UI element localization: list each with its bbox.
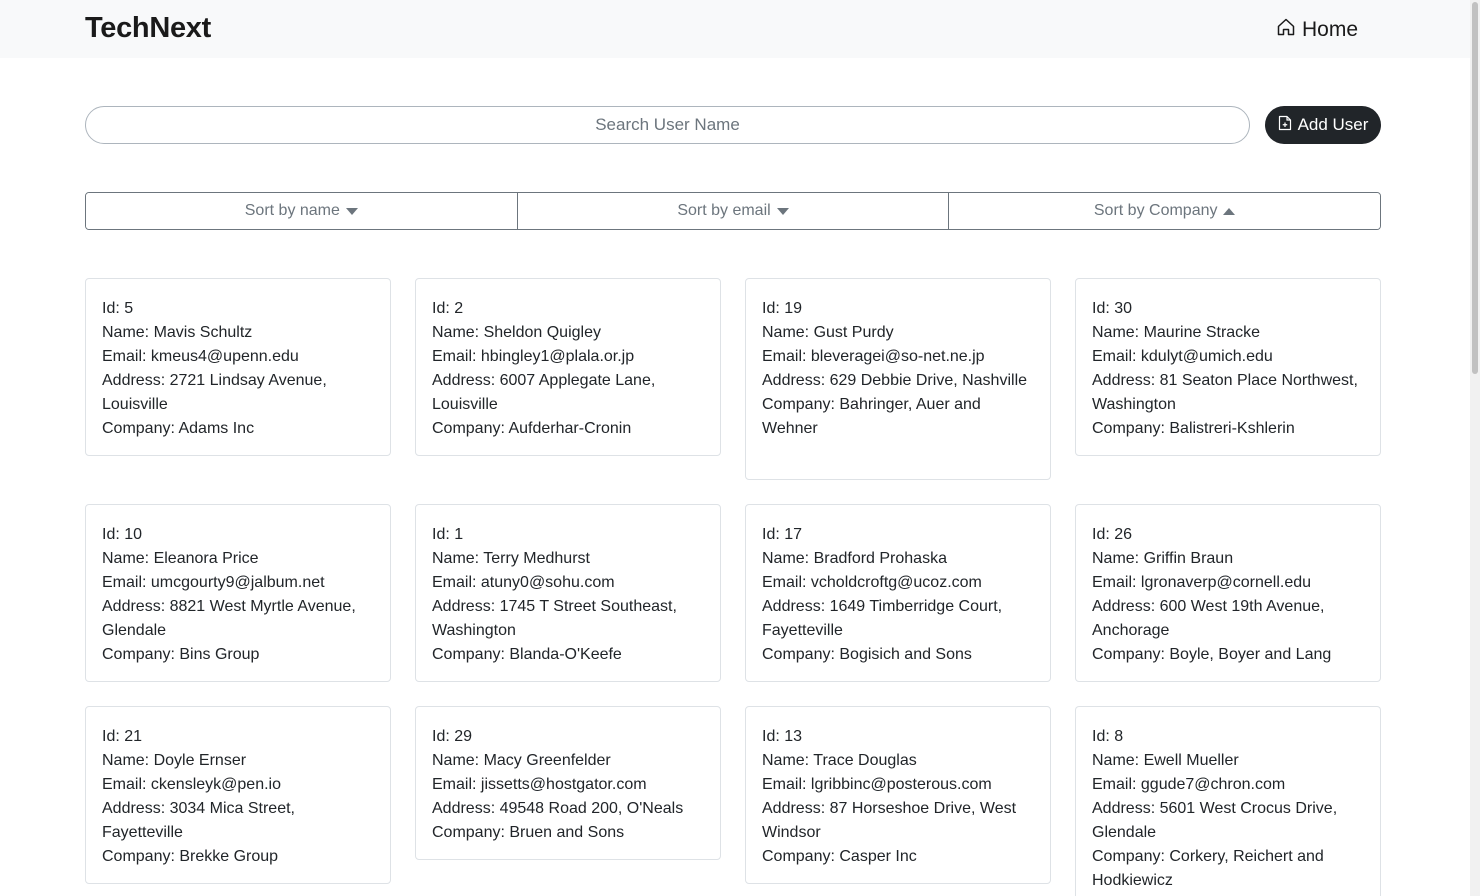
user-name: Name: Gust Purdy xyxy=(762,324,894,341)
user-company: Company: Bins Group xyxy=(102,646,260,663)
user-name: Name: Maurine Stracke xyxy=(1092,324,1261,341)
add-user-button[interactable]: Add User xyxy=(1265,106,1381,144)
user-card[interactable]: Id: 30 Name: Maurine Stracke Email: kdul… xyxy=(1075,278,1381,456)
user-address: Address: 600 West 19th Avenue, Anchorage xyxy=(1092,598,1325,639)
caret-down-icon xyxy=(776,207,789,215)
user-email: Email: lgronaverp@cornell.edu xyxy=(1092,574,1312,591)
user-id: Id: 2 xyxy=(432,300,464,317)
user-company: Company: Corkery, Reichert and Hodkiewic… xyxy=(1092,848,1324,889)
user-card[interactable]: Id: 29 Name: Macy Greenfelder Email: jis… xyxy=(415,706,721,860)
sort-by-company-button[interactable]: Sort by Company xyxy=(949,193,1380,229)
user-card[interactable]: Id: 26 Name: Griffin Braun Email: lgrona… xyxy=(1075,504,1381,682)
sort-by-name-button[interactable]: Sort by name xyxy=(86,193,518,229)
sort-by-company-label: Sort by Company xyxy=(1093,202,1218,219)
user-id: Id: 26 xyxy=(1092,526,1133,543)
user-company: Company: Aufderhar-Cronin xyxy=(432,420,632,437)
user-id: Id: 10 xyxy=(102,526,143,543)
user-name: Name: Ewell Mueller xyxy=(1092,752,1239,769)
user-company: Company: Bogisich and Sons xyxy=(762,646,972,663)
user-name: Name: Eleanora Price xyxy=(102,550,259,567)
user-id: Id: 1 xyxy=(432,526,464,543)
user-company: Company: Blanda-O'Keefe xyxy=(432,646,622,663)
user-email: Email: umcgourty9@jalbum.net xyxy=(102,574,325,591)
user-address: Address: 1649 Timberridge Court, Fayette… xyxy=(762,598,1003,639)
home-icon xyxy=(1276,17,1296,43)
user-address: Address: 49548 Road 200, O'Neals xyxy=(432,800,684,817)
user-name: Name: Bradford Prohaska xyxy=(762,550,947,567)
user-email: Email: lgribbinc@posterous.com xyxy=(762,776,992,793)
user-id: Id: 21 xyxy=(102,728,143,745)
user-address: Address: 3034 Mica Street, Fayetteville xyxy=(102,800,295,841)
user-id: Id: 19 xyxy=(762,300,803,317)
user-email: Email: jissetts@hostgator.com xyxy=(432,776,647,793)
sort-by-email-button[interactable]: Sort by email xyxy=(517,193,950,229)
user-name: Name: Sheldon Quigley xyxy=(432,324,601,341)
user-address: Address: 1745 T Street Southeast, Washin… xyxy=(432,598,677,639)
user-company: Company: Balistreri-Kshlerin xyxy=(1092,420,1295,437)
user-address: Address: 5601 West Crocus Drive, Glendal… xyxy=(1092,800,1338,841)
user-name: Name: Macy Greenfelder xyxy=(432,752,611,769)
user-company: Company: Casper Inc xyxy=(762,848,917,865)
search-input[interactable] xyxy=(85,106,1250,144)
sort-button-group: Sort by name Sort by email Sort by Compa… xyxy=(85,192,1381,230)
user-card[interactable]: Id: 1 Name: Terry Medhurst Email: atuny0… xyxy=(415,504,721,682)
user-email: Email: ggude7@chron.com xyxy=(1092,776,1286,793)
scrollbar-thumb[interactable] xyxy=(1472,2,1478,374)
navbar: TechNext Home xyxy=(0,0,1470,58)
home-link-label: Home xyxy=(1302,18,1359,41)
user-address: Address: 87 Horseshoe Drive, West Windso… xyxy=(762,800,1017,841)
user-email: Email: kdulyt@umich.edu xyxy=(1092,348,1273,365)
user-address: Address: 629 Debbie Drive, Nashville xyxy=(762,372,1028,389)
user-id: Id: 29 xyxy=(432,728,473,745)
caret-down-icon xyxy=(345,207,358,215)
user-email: Email: hbingley1@plala.or.jp xyxy=(432,348,635,365)
add-user-label: Add User xyxy=(1297,115,1369,134)
user-email: Email: atuny0@sohu.com xyxy=(432,574,615,591)
sort-by-name-label: Sort by name xyxy=(244,202,340,219)
user-company: Company: Bruen and Sons xyxy=(432,824,625,841)
caret-up-icon xyxy=(1223,207,1236,215)
user-card[interactable]: Id: 19 Name: Gust Purdy Email: bleverage… xyxy=(745,278,1051,480)
user-address: Address: 81 Seaton Place Northwest, Wash… xyxy=(1092,372,1358,413)
user-card[interactable]: Id: 17 Name: Bradford Prohaska Email: vc… xyxy=(745,504,1051,682)
user-company: Company: Boyle, Boyer and Lang xyxy=(1092,646,1332,663)
user-address: Address: 2721 Lindsay Avenue, Louisville xyxy=(102,372,327,413)
user-name: Name: Doyle Ernser xyxy=(102,752,247,769)
user-id: Id: 17 xyxy=(762,526,803,543)
user-card[interactable]: Id: 2 Name: Sheldon Quigley Email: hbing… xyxy=(415,278,721,456)
user-card[interactable]: Id: 13 Name: Trace Douglas Email: lgribb… xyxy=(745,706,1051,884)
user-company: Company: Bahringer, Auer and Wehner xyxy=(762,396,981,437)
user-id: Id: 30 xyxy=(1092,300,1133,317)
user-address: Address: 6007 Applegate Lane, Louisville xyxy=(432,372,656,413)
user-name: Name: Trace Douglas xyxy=(762,752,917,769)
home-link[interactable]: Home xyxy=(1276,17,1358,43)
user-card[interactable]: Id: 8 Name: Ewell Mueller Email: ggude7@… xyxy=(1075,706,1381,896)
user-email: Email: ckensleyk@pen.io xyxy=(102,776,281,793)
user-email: Email: vcholdcroftg@ucoz.com xyxy=(762,574,982,591)
user-id: Id: 13 xyxy=(762,728,803,745)
user-address: Address: 8821 West Myrtle Avenue, Glenda… xyxy=(102,598,356,639)
user-name: Name: Terry Medhurst xyxy=(432,550,590,567)
user-card[interactable]: Id: 10 Name: Eleanora Price Email: umcgo… xyxy=(85,504,391,682)
user-card[interactable]: Id: 21 Name: Doyle Ernser Email: ckensle… xyxy=(85,706,391,884)
user-company: Company: Adams Inc xyxy=(102,420,255,437)
file-plus-icon xyxy=(1278,115,1292,136)
brand-logo[interactable]: TechNext xyxy=(85,12,211,45)
user-id: Id: 8 xyxy=(1092,728,1124,745)
user-name: Name: Mavis Schultz xyxy=(102,324,253,341)
user-card[interactable]: Id: 5 Name: Mavis Schultz Email: kmeus4@… xyxy=(85,278,391,456)
user-email: Email: bleveragei@so-net.ne.jp xyxy=(762,348,985,365)
user-name: Name: Griffin Braun xyxy=(1092,550,1234,567)
sort-by-email-label: Sort by email xyxy=(677,202,771,219)
user-company: Company: Brekke Group xyxy=(102,848,279,865)
user-email: Email: kmeus4@upenn.edu xyxy=(102,348,299,365)
user-id: Id: 5 xyxy=(102,300,134,317)
